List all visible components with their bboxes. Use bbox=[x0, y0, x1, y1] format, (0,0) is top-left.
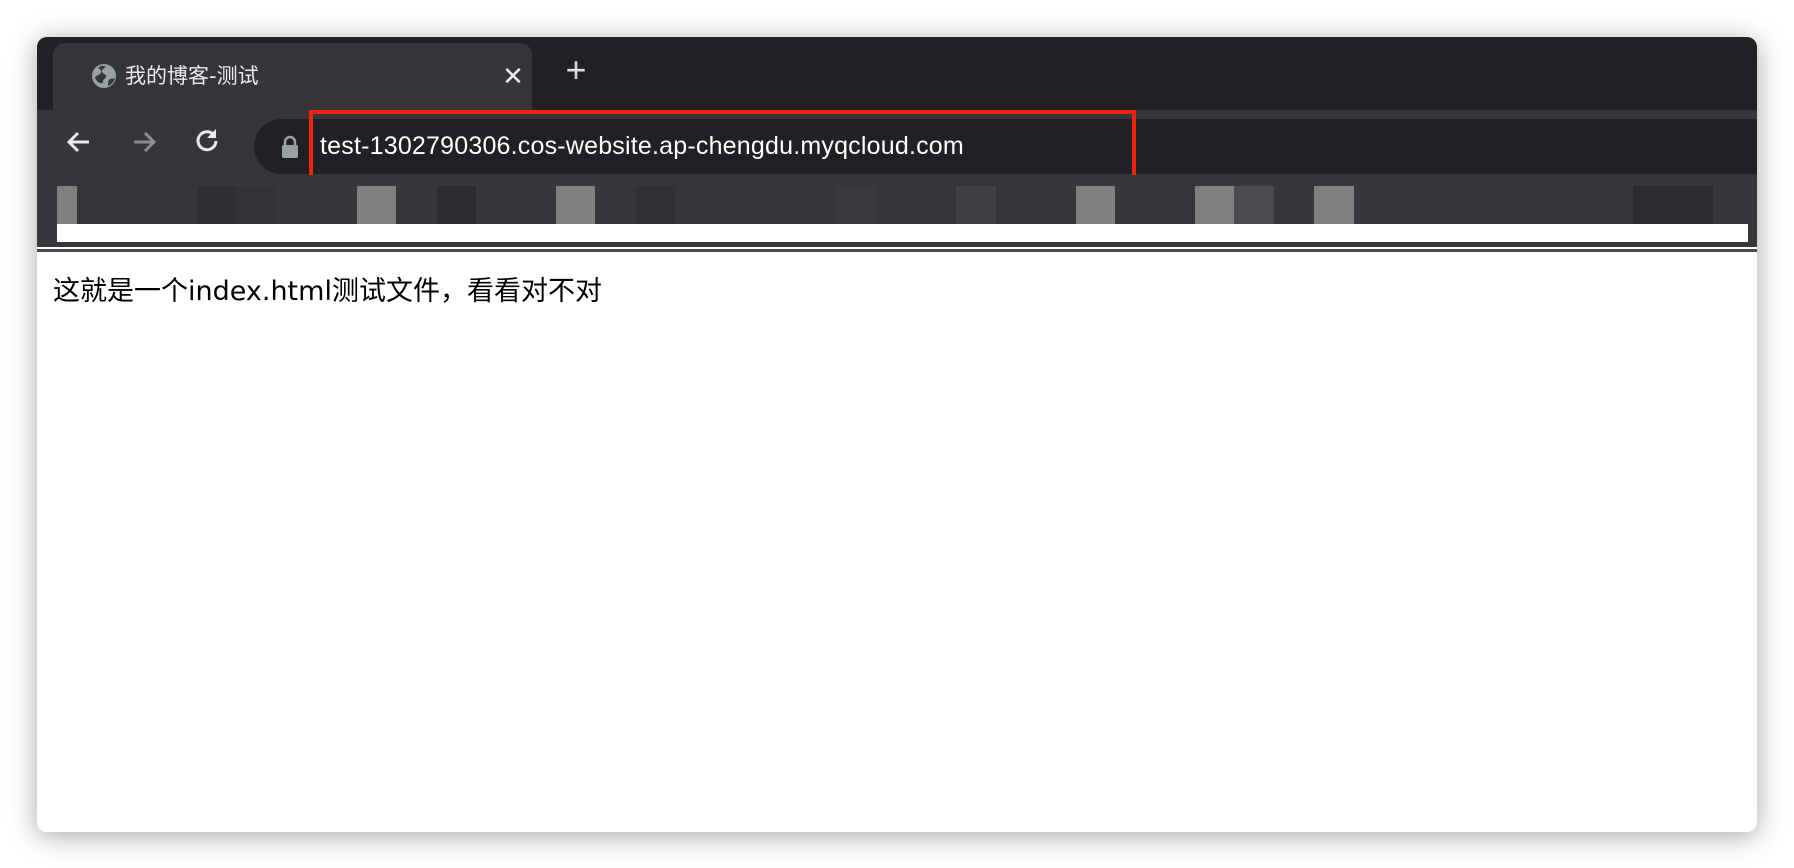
reload-icon[interactable] bbox=[189, 124, 225, 160]
tab-active[interactable]: 我的博客-测试 ✕ bbox=[53, 43, 532, 110]
lock-icon[interactable] bbox=[280, 135, 300, 159]
browser-window: 我的博客-测试 ✕ + test-1302790306.cos-website.… bbox=[37, 37, 1757, 832]
page-content: 这就是一个index.html测试文件，看看对不对 bbox=[37, 249, 1757, 832]
plus-icon[interactable]: + bbox=[559, 52, 593, 88]
globe-icon bbox=[92, 64, 116, 88]
arrow-left-icon[interactable] bbox=[61, 124, 97, 160]
page-text: 这就是一个index.html测试文件，看看对不对 bbox=[53, 276, 602, 307]
close-icon[interactable]: ✕ bbox=[499, 62, 527, 90]
url-highlight-box bbox=[309, 110, 1136, 180]
bookmarks-bar-pixelated bbox=[37, 175, 1757, 247]
arrow-right-icon[interactable] bbox=[126, 124, 162, 160]
tab-strip: 我的博客-测试 ✕ + bbox=[37, 37, 1757, 110]
tab-title: 我的博客-测试 bbox=[125, 64, 259, 88]
